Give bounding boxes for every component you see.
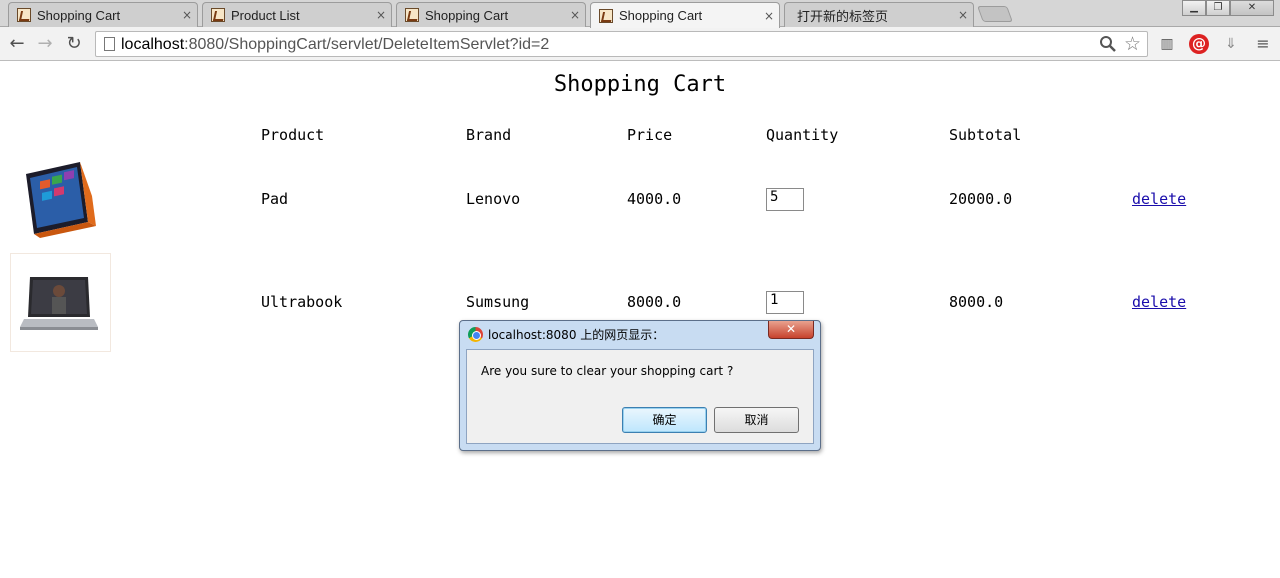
dialog-titlebar[interactable]: localhost:8080 上的网页显示： ✕: [460, 321, 820, 347]
tab-shopping-cart-1[interactable]: Shopping Cart ×: [8, 2, 198, 27]
minimize-icon[interactable]: ▁: [1182, 0, 1206, 16]
back-icon[interactable]: ←: [5, 32, 29, 56]
page-favicon-icon: [599, 8, 613, 23]
window-controls: ▁ ❐ ✕: [1182, 0, 1274, 16]
row-1-subtotal: 20000.0: [949, 190, 1013, 208]
tab-product-list[interactable]: Product List ×: [202, 2, 392, 27]
zoom-icon[interactable]: [1099, 35, 1117, 53]
tab-close-icon[interactable]: ×: [177, 8, 197, 22]
tab-title: Shopping Cart: [37, 7, 121, 23]
reload-icon[interactable]: ↻: [62, 32, 86, 56]
confirm-dialog: localhost:8080 上的网页显示： ✕ Are you sure to…: [459, 320, 821, 451]
tab-strip: Shopping Cart × Product List × Shopping …: [0, 0, 1280, 28]
page-favicon-icon: [17, 8, 31, 22]
new-tab-button[interactable]: [977, 6, 1013, 22]
row-1-product: Pad: [261, 190, 289, 208]
address-bar[interactable]: localhost:8080/ShoppingCart/servlet/Dele…: [95, 31, 1148, 57]
dialog-title: localhost:8080 上的网页显示：: [488, 328, 665, 342]
header-quantity: Quantity: [766, 126, 839, 144]
dialog-message: Are you sure to clear your shopping cart…: [481, 364, 734, 378]
row-2-product: Ultrabook: [261, 293, 343, 311]
row-1-price: 4000.0: [627, 190, 682, 208]
tab-title: Shopping Cart: [619, 8, 703, 23]
row-2-price: 8000.0: [627, 293, 682, 311]
header-price: Price: [627, 126, 673, 144]
tab-title: Product List: [231, 7, 300, 23]
extension-at-icon[interactable]: @: [1189, 34, 1209, 54]
ok-button[interactable]: 确定: [622, 407, 707, 433]
tab-close-icon[interactable]: ×: [565, 8, 585, 22]
header-product: Product: [261, 126, 325, 144]
page-favicon-icon: [211, 8, 225, 22]
row-2-quantity-input[interactable]: 1: [766, 291, 804, 314]
url-text[interactable]: localhost:8080/ShoppingCart/servlet/Dele…: [121, 36, 549, 54]
window-close-icon[interactable]: ✕: [1230, 0, 1274, 16]
product-image-ultrabook: [10, 253, 111, 352]
tab-close-icon[interactable]: ×: [759, 9, 779, 23]
tab-close-icon[interactable]: ×: [371, 8, 391, 22]
cancel-button[interactable]: 取消: [714, 407, 799, 433]
tab-title: 打开新的标签页: [797, 8, 889, 24]
tab-shopping-cart-2[interactable]: Shopping Cart ×: [396, 2, 586, 27]
tab-shopping-cart-active[interactable]: Shopping Cart ×: [590, 2, 780, 28]
page-icon: [104, 37, 115, 51]
bookmark-star-icon[interactable]: ☆: [1124, 33, 1141, 55]
row-2-subtotal: 8000.0: [949, 293, 1004, 311]
row-1-quantity-input[interactable]: 5: [766, 188, 804, 211]
tab-close-icon[interactable]: ×: [953, 8, 973, 22]
row-1-brand: Lenovo: [466, 190, 521, 208]
dialog-close-icon[interactable]: ✕: [768, 321, 814, 339]
chrome-menu-icon[interactable]: ≡: [1253, 34, 1273, 54]
header-brand: Brand: [466, 126, 512, 144]
page-title: Shopping Cart: [553, 72, 727, 97]
tab-title: Shopping Cart: [425, 7, 509, 23]
product-image-pad: [26, 162, 96, 238]
dialog-body: Are you sure to clear your shopping cart…: [466, 349, 814, 444]
tab-new-tab-page[interactable]: 打开新的标签页 ×: [784, 2, 974, 27]
row-1-delete-link[interactable]: delete: [1132, 190, 1186, 208]
page-favicon-icon: [405, 8, 419, 22]
forward-icon[interactable]: →: [33, 32, 57, 56]
row-2-brand: Sumsung: [466, 293, 530, 311]
browser-toolbar: ← → ↻ localhost:8080/ShoppingCart/servle…: [0, 27, 1280, 61]
reading-list-icon[interactable]: ▥: [1157, 34, 1177, 54]
row-2-delete-link[interactable]: delete: [1132, 293, 1186, 311]
header-subtotal: Subtotal: [949, 126, 1022, 144]
restore-icon[interactable]: ❐: [1206, 0, 1230, 16]
chrome-logo-icon: [468, 327, 483, 342]
download-extension-icon[interactable]: ⇓: [1221, 34, 1241, 54]
